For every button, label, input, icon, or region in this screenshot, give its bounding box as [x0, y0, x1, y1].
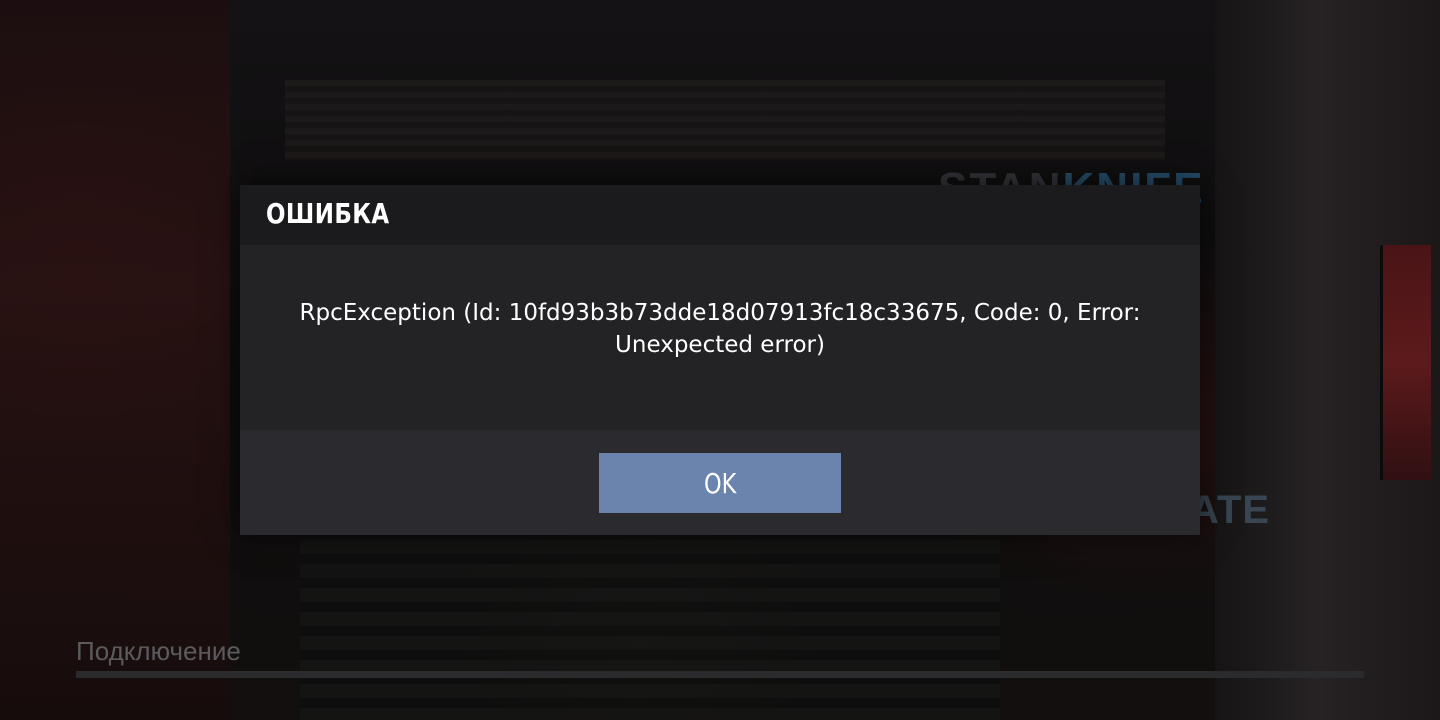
- error-message: RpcException (Id: 10fd93b3b73dde18d07913…: [299, 300, 1141, 358]
- background-stairs: [300, 540, 1000, 720]
- error-dialog-title: ОШИБКА: [266, 197, 390, 230]
- background-red-panel: [1380, 245, 1431, 480]
- ok-button[interactable]: OK: [599, 453, 841, 513]
- loading-progress-bar: [76, 671, 1364, 678]
- error-dialog-body: RpcException (Id: 10fd93b3b73dde18d07913…: [240, 245, 1200, 430]
- ceiling-beam: [285, 80, 1165, 160]
- error-dialog-footer: OK: [240, 430, 1200, 535]
- character-silhouette: [0, 0, 230, 720]
- error-dialog-header: ОШИБКА: [240, 185, 1200, 245]
- background-menu-item: ATE: [1190, 488, 1271, 532]
- error-dialog: ОШИБКА RpcException (Id: 10fd93b3b73dde1…: [240, 185, 1200, 535]
- ok-button-label: OK: [703, 466, 737, 500]
- connection-status-label: Подключение: [76, 636, 241, 666]
